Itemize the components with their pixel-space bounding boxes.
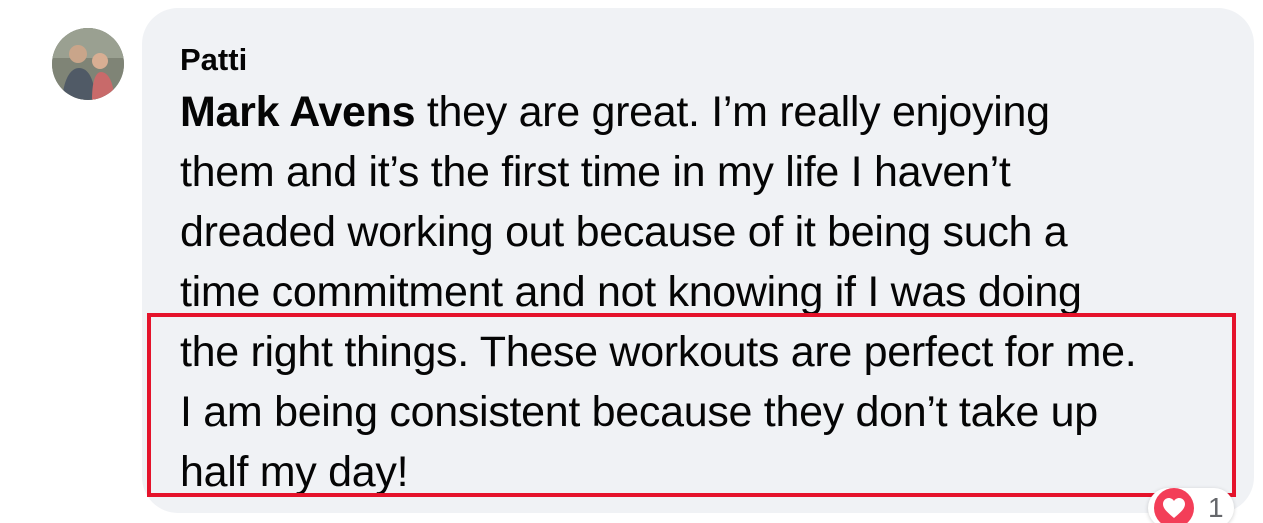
avatar[interactable] (52, 28, 124, 100)
highlight-box (147, 313, 1236, 497)
comment-line: Mark Avens they are great. I’m really en… (180, 82, 1230, 142)
comment-author-name[interactable]: Patti (180, 40, 247, 80)
reaction-summary[interactable]: 1 (1148, 488, 1234, 523)
mention-link[interactable]: Mark Avens (180, 88, 416, 136)
comment-line-text: they are great. I’m really enjoying (415, 88, 1050, 136)
heart-icon (1154, 488, 1194, 523)
comment-line: them and it’s the first time in my life … (180, 148, 1011, 196)
comment-line: dreaded working out because of it being … (180, 208, 1068, 256)
reaction-count: 1 (1208, 492, 1224, 523)
comment-screenshot: Patti Mark Avens they are great. I’m rea… (0, 0, 1263, 523)
